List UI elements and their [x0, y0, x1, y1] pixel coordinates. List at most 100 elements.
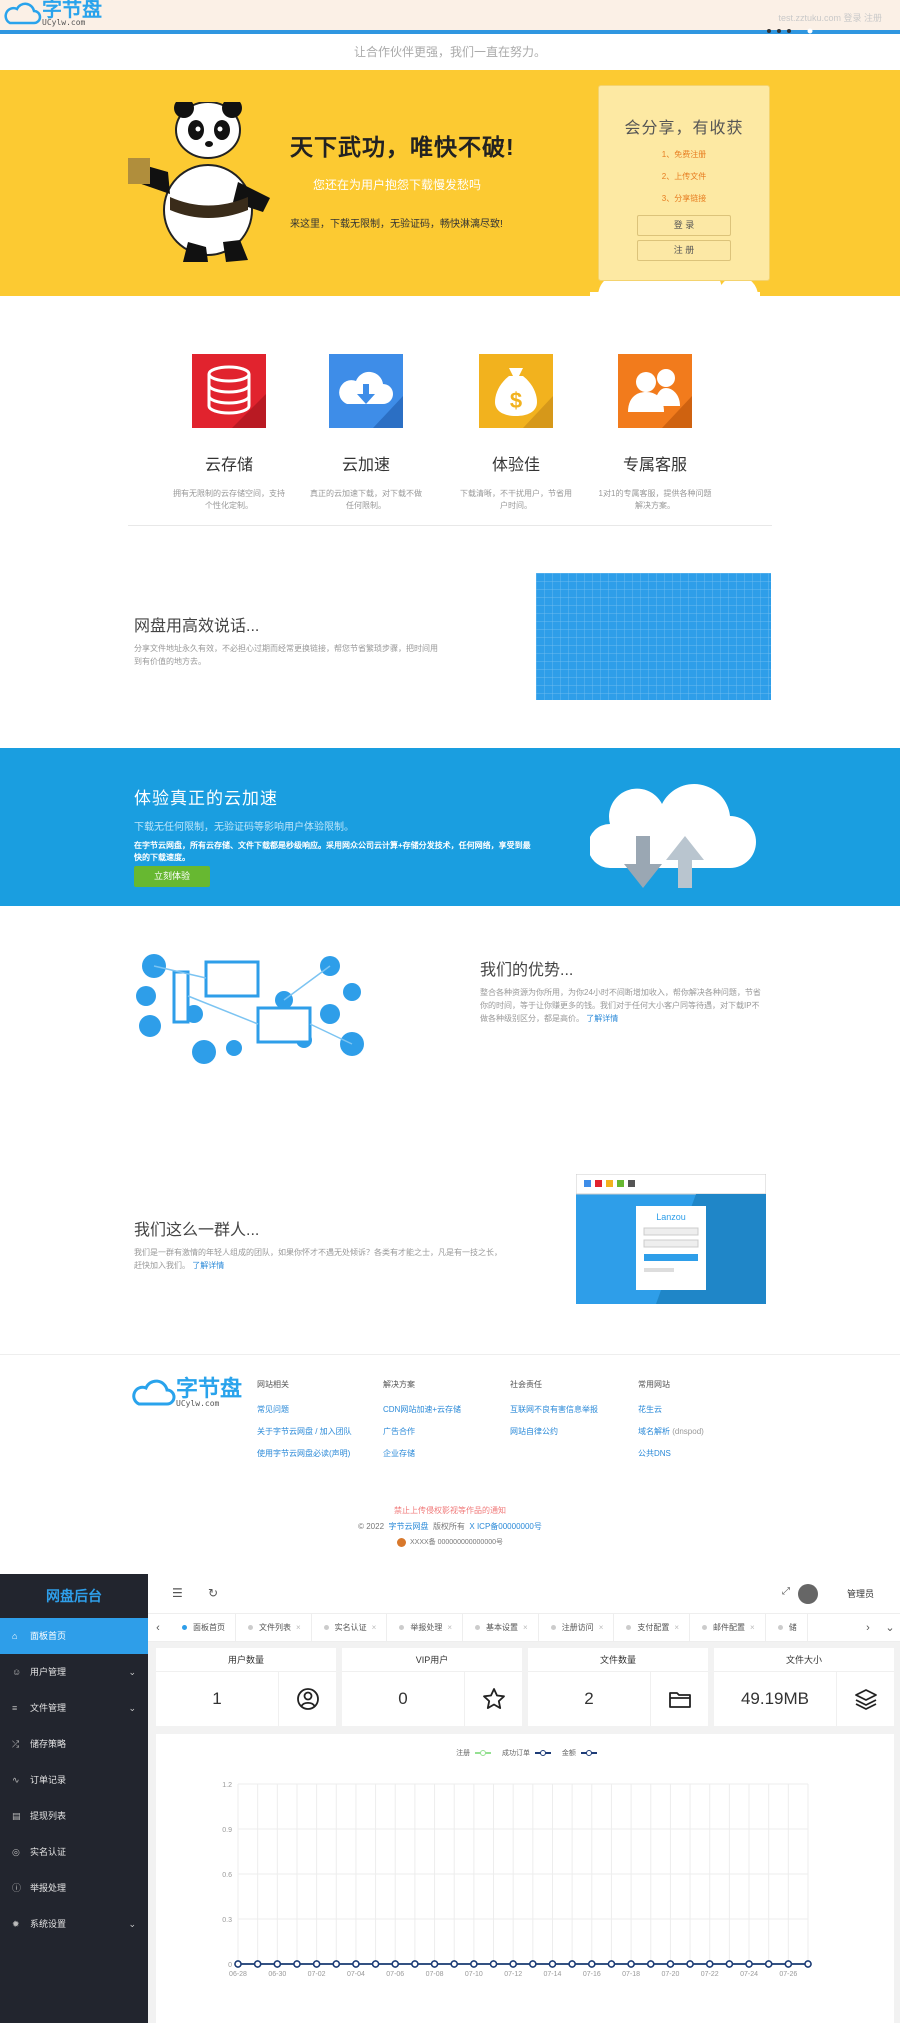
- admin-dashboard: 网盘后台 ⌂ 面板首页 ☺ 用户管理 ⌄ ≡ 文件管理 ⌄ ⤮ 储存策略 ∿ 订单记录 ▤ 提现…: [0, 1574, 900, 2023]
- section-desc-text: 我们是一群有激情的年轻人组成的团队，如果你怀才不遇无处倾诉？各类有才能之士，凡是…: [134, 1248, 502, 1270]
- footer-link[interactable]: 域名解析: [638, 1427, 670, 1436]
- tab-label: 基本设置: [486, 1623, 519, 1632]
- site-logo[interactable]: 字节盘 UCylw.com: [2, 0, 102, 27]
- sidebar-item-withdrawals[interactable]: ▤ 提现列表: [0, 1798, 148, 1834]
- sidebar-item-label: 储存策略: [30, 1739, 67, 1749]
- data-point: [371, 1960, 380, 1968]
- x-tick-label: 07-12: [504, 1971, 522, 1978]
- hero-title: 天下武功，唯快不破!: [290, 134, 515, 160]
- tab-next-icon[interactable]: ›: [858, 1614, 878, 1641]
- tab-label: 实名认证: [334, 1623, 367, 1632]
- banner-subtitle: 下载无任何限制，无验证码等影响用户体验限制。: [134, 822, 354, 833]
- tab-bar: ‹ 面板首页 文件列表 × 实名认证 × 举报处理 × 基本设置 × 注册访问 × 支付配…: [148, 1614, 900, 1642]
- data-point: [253, 1960, 262, 1968]
- close-icon[interactable]: ×: [523, 1623, 528, 1632]
- cloud-speed-banner: 体验真正的云加速 下载无任何限制，无验证码等影响用户体验限制。 在字节云网盘，所…: [0, 748, 900, 906]
- copyright-line: © 2022 字节云网盘 版权所有 X ICP备00000000号: [0, 1521, 900, 1532]
- data-point: [705, 1960, 714, 1968]
- data-point: [745, 1960, 753, 1968]
- layers-icon: [854, 1689, 877, 1710]
- y-tick-label: 0.9: [222, 1827, 232, 1834]
- footer-col-title: 解决方案: [383, 1380, 415, 1389]
- login-button[interactable]: 登 录: [637, 215, 731, 236]
- data-point: [411, 1960, 419, 1968]
- try-now-button[interactable]: 立刻体验: [134, 866, 210, 887]
- footer-link[interactable]: 公共DNS: [638, 1448, 704, 1459]
- footer-link[interactable]: 使用字节云网盘必读(声明): [257, 1448, 352, 1459]
- learn-more-link[interactable]: 了解详情: [192, 1261, 224, 1270]
- close-icon[interactable]: ×: [674, 1623, 679, 1632]
- admin-username[interactable]: 管理员: [847, 1587, 874, 1600]
- close-icon[interactable]: ×: [599, 1623, 604, 1632]
- sidebar-item-verification[interactable]: ◎ 实名认证: [0, 1834, 148, 1870]
- sidebar-item-label: 系统设置: [30, 1919, 67, 1929]
- feature-experience: $ 体验佳 下载清晰，不干扰用户，节省用户时间。: [456, 354, 576, 512]
- section-desc: 整合各种资源为你所用，为你24小时不间断增加收入，帮你解决各种问题，节省你的时间…: [480, 986, 762, 1025]
- footer-link[interactable]: 关于字节云网盘 / 加入团队: [257, 1426, 352, 1437]
- step-1: 1、免费注册: [661, 150, 707, 159]
- close-icon[interactable]: ×: [372, 1623, 377, 1632]
- sidebar-item-reports[interactable]: ⓘ 举报处理: [0, 1870, 148, 1906]
- tab-prev-icon[interactable]: ‹: [148, 1614, 168, 1641]
- footer-link[interactable]: 企业存储: [383, 1448, 461, 1459]
- footer-link[interactable]: 花生云: [638, 1404, 704, 1415]
- close-icon[interactable]: ×: [296, 1623, 301, 1632]
- avatar[interactable]: [798, 1584, 818, 1604]
- sidebar-item-settings[interactable]: ✹ 系统设置 ⌄: [0, 1906, 148, 1942]
- x-tick-label: 06-28: [229, 1971, 247, 1978]
- data-point: [568, 1960, 576, 1968]
- sidebar-item-label: 订单记录: [30, 1775, 67, 1785]
- refresh-icon[interactable]: ↻: [208, 1586, 218, 1600]
- data-point: [391, 1960, 399, 1968]
- data-point: [489, 1960, 498, 1968]
- tab-reports[interactable]: 举报处理 ×: [387, 1614, 464, 1641]
- tab-file-list[interactable]: 文件列表 ×: [236, 1614, 312, 1641]
- fullscreen-icon[interactable]: ⤢: [782, 1586, 790, 1597]
- tab-label: 注册访问: [561, 1623, 594, 1632]
- tab-payment[interactable]: 支付配置 ×: [614, 1614, 691, 1641]
- police-text[interactable]: XXXX备 000000000000000号: [410, 1539, 503, 1546]
- footer-link[interactable]: 互联网不良有害信息举报: [510, 1404, 598, 1415]
- sidebar-item-label: 提现列表: [30, 1811, 67, 1821]
- data-point: [548, 1960, 557, 1968]
- tab-basic-settings[interactable]: 基本设置 ×: [463, 1614, 539, 1641]
- sidebar-item-files[interactable]: ≡ 文件管理 ⌄: [0, 1690, 148, 1726]
- sidebar-item-dashboard[interactable]: ⌂ 面板首页: [0, 1618, 148, 1654]
- card-title: VIP用户: [342, 1648, 522, 1672]
- tab-storage[interactable]: 储: [766, 1614, 808, 1641]
- step-3: 3、分享链接: [661, 194, 707, 203]
- y-tick-label: 0: [228, 1962, 232, 1969]
- data-point: [784, 1960, 793, 1968]
- collapse-menu-icon[interactable]: ☰: [172, 1586, 183, 1600]
- tab-dot: [323, 1625, 329, 1631]
- close-icon[interactable]: ×: [750, 1623, 755, 1632]
- sidebar-item-users[interactable]: ☺ 用户管理 ⌄: [0, 1654, 148, 1690]
- close-icon[interactable]: ×: [447, 1623, 452, 1632]
- data-point: [293, 1960, 301, 1968]
- chevron-down-icon: ⌄: [128, 1667, 136, 1677]
- tab-dashboard[interactable]: 面板首页: [170, 1614, 236, 1641]
- tab-menu-icon[interactable]: ⌄: [880, 1614, 900, 1641]
- register-button[interactable]: 注 册: [637, 240, 731, 261]
- y-tick-label: 0.3: [222, 1917, 232, 1924]
- tab-verification[interactable]: 实名认证 ×: [312, 1614, 388, 1641]
- copyright-site[interactable]: 字节云网盘: [388, 1522, 428, 1531]
- footer-link[interactable]: CDN网站加速+云存储: [383, 1404, 461, 1415]
- learn-more-link[interactable]: 了解详情: [586, 1014, 618, 1023]
- tab-mail[interactable]: 邮件配置 ×: [690, 1614, 766, 1641]
- sidebar-item-orders[interactable]: ∿ 订单记录: [0, 1762, 148, 1798]
- header-decoration: [767, 28, 813, 34]
- y-tick-label: 1.2: [222, 1782, 232, 1789]
- cloud-download-icon: [329, 354, 403, 428]
- copyright-warning[interactable]: 禁止上传侵权影视等作品的通知: [0, 1505, 900, 1516]
- header-links[interactable]: test.zztuku.com 登录 注册: [778, 11, 882, 24]
- sidebar-item-storage[interactable]: ⤮ 储存策略: [0, 1726, 148, 1762]
- footer-link[interactable]: 常见问题: [257, 1404, 352, 1415]
- icp-link[interactable]: X ICP备00000000号: [469, 1522, 542, 1531]
- footer-link[interactable]: 广告合作: [383, 1426, 461, 1437]
- data-point: [450, 1960, 458, 1968]
- feature-name: 专属客服: [622, 457, 687, 474]
- police-record: XXXX备 000000000000000号: [0, 1537, 900, 1547]
- footer-link[interactable]: 网站自律公约: [510, 1426, 598, 1437]
- tab-register-access[interactable]: 注册访问 ×: [539, 1614, 615, 1641]
